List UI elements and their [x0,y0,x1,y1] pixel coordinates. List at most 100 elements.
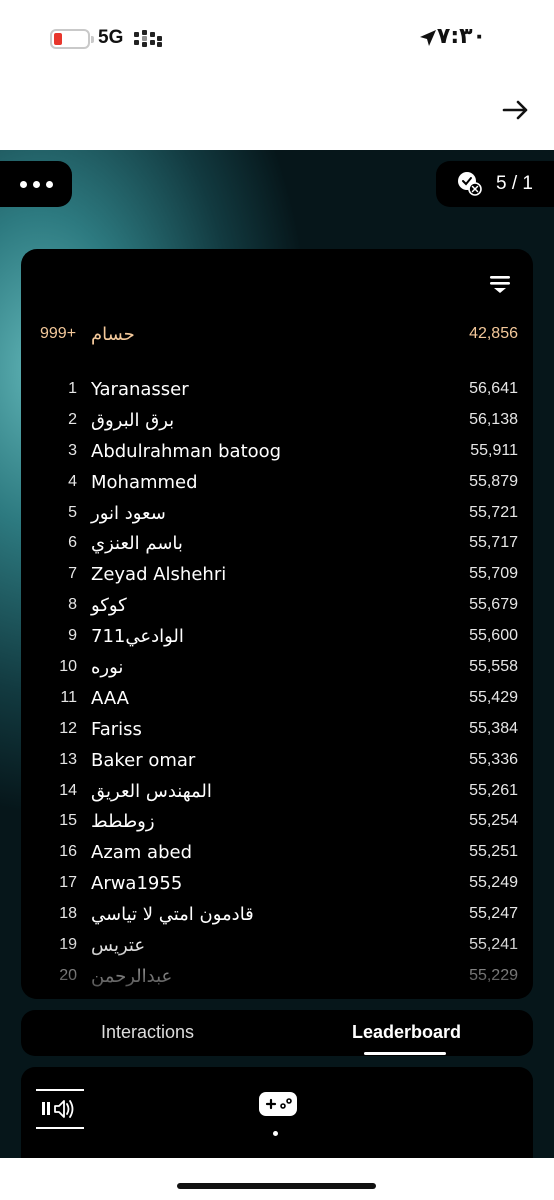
audio-control-button[interactable] [36,1089,84,1129]
leaderboard-rank: 17 [59,874,77,892]
signal-icon [134,30,162,48]
leaderboard-row[interactable]: 12 Fariss 55,384 [21,714,533,745]
leaderboard-row[interactable]: 3 Abdulrahman batoog 55,911 [21,436,533,467]
leaderboard-rank: 19 [59,936,77,954]
leaderboard-name: المهندس العريق [91,780,212,802]
leaderboard-row[interactable]: 5 سعود انور 55,721 [21,498,533,529]
leaderboard-row[interactable]: 11 AAA 55,429 [21,683,533,714]
leaderboard-name: Yaranasser [91,379,189,400]
leaderboard-name: عتريس [91,935,146,957]
leaderboard-row[interactable]: 8 كوكو 55,679 [21,590,533,621]
gamepad-icon[interactable] [258,1091,298,1117]
leaderboard-name: سعود انور [91,502,166,524]
leaderboard-rank: 3 [68,441,77,459]
leaderboard-rank: 1 [68,380,77,397]
filter-icon[interactable] [489,273,511,295]
leaderboard-name: قادمون امتي لا تياسي [91,904,254,926]
leaderboard-name: باسم العنزي [91,533,183,555]
leaderboard-rank: 5 [68,503,77,521]
content-stage: 5 / 1 999+ حسام 42,856 1 Yaranasser 56,641… [0,150,554,1158]
home-indicator[interactable] [177,1183,376,1189]
leaderboard-name: Azam abed [91,842,193,864]
current-user-row: 999+ حسام 42,856 [21,321,533,351]
leaderboard-name: Fariss [91,718,142,740]
leaderboard-rank: 10 [59,658,77,676]
leaderboard-row[interactable]: 17 Arwa1955 55,249 [21,868,533,899]
leaderboard-row[interactable]: 1 Yaranasser 56,641 [21,374,533,405]
leaderboard-row[interactable]: 18 قادمون امتي لا تياسي 55,247 [21,899,533,930]
leaderboard-row[interactable]: 15 زوططط 55,254 [21,806,533,837]
tab-leaderboard[interactable]: Leaderboard [352,1022,461,1043]
leaderboard-name: زوططط [91,811,155,833]
leaderboard-name: Baker omar [91,749,196,771]
leaderboard-score: 55,241 [469,936,518,954]
leaderboard-name: عبدالرحمن [91,965,173,987]
leaderboard-name: Arwa1955 [91,873,183,895]
leaderboard-row[interactable]: 7 Zeyad Alshehri 55,709 [21,559,533,590]
location-arrow-icon [420,30,436,46]
leaderboard-row[interactable]: 19 عتريس 55,241 [21,930,533,961]
leaderboard-rank: 16 [59,843,77,861]
leaderboard-row[interactable]: 13 Baker omar 55,336 [21,745,533,776]
leaderboard-name: Mohammed [91,471,198,493]
status-time: ٧:٣٠ [436,24,486,49]
leaderboard-row[interactable]: 4 Mohammed 55,879 [21,467,533,498]
current-user-name: حسام [91,324,135,345]
leaderboard-rank: 8 [68,596,77,614]
leaderboard-row[interactable]: 10 نوره 55,558 [21,652,533,683]
question-pager[interactable]: 5 / 1 [436,161,554,207]
leaderboard-score: 55,247 [469,905,518,923]
leaderboard-score: 55,429 [469,688,518,706]
current-user-rank: 999+ [40,325,77,342]
leaderboard-score: 55,249 [469,874,518,892]
leaderboard-score: 55,251 [469,843,518,861]
leaderboard-score: 55,709 [469,565,518,583]
leaderboard-name: الوادعي711 [91,626,184,648]
pager-text: 5 / 1 [496,173,533,194]
leaderboard-rank: 11 [60,688,77,706]
leaderboard-rank: 15 [59,812,77,830]
leaderboard-score: 55,336 [469,750,518,768]
leaderboard-rank: 9 [68,627,77,645]
leaderboard-rank: 12 [59,719,77,737]
tab-interactions[interactable]: Interactions [101,1022,194,1043]
leaderboard-rank: 2 [68,410,77,428]
status-bar: 5G ٧:٣٠ [0,0,554,78]
active-tab-indicator [364,1052,446,1055]
leaderboard-score: 55,600 [469,627,518,645]
more-dots-icon [19,180,27,188]
arrow-right-icon[interactable] [500,94,532,126]
nav-bar [0,78,554,150]
leaderboard-rank: 18 [59,905,77,923]
leaderboard-row[interactable]: 16 Azam abed 55,251 [21,837,533,868]
leaderboard-score: 56,138 [469,410,518,428]
leaderboard-rank: 7 [68,565,77,583]
more-button[interactable] [0,161,72,207]
leaderboard-score: 55,911 [470,441,518,459]
leaderboard-list[interactable]: 1 Yaranasser 56,641 2 برق البروق 56,138 3 Abdul… [21,374,533,992]
more-dot [45,180,53,188]
leaderboard-rank: 14 [59,781,77,799]
leaderboard-score: 55,229 [469,966,518,984]
controls-panel [21,1067,533,1158]
leaderboard-score: 55,558 [469,658,518,676]
tab-bar: Interactions Leaderboard [21,1010,533,1056]
leaderboard-row[interactable]: 6 باسم العنزي 55,717 [21,528,533,559]
battery-icon [50,29,94,49]
battery-level [54,33,62,45]
check-x-badge-icon [458,172,482,196]
leaderboard-score: 55,384 [469,719,518,737]
leaderboard-row[interactable]: 14 المهندس العريق 55,261 [21,776,533,807]
leaderboard-row[interactable]: 2 برق البروق 56,138 [21,405,533,436]
leaderboard-name: نوره [91,657,124,679]
leaderboard-score: 55,254 [469,812,518,830]
leaderboard-rank: 20 [59,966,77,984]
leaderboard-name: برق البروق [91,409,175,431]
leaderboard-row[interactable]: 20 عبدالرحمن 55,229 [21,961,533,992]
leaderboard-score: 55,721 [469,503,518,521]
leaderboard-panel: 999+ حسام 42,856 1 Yaranasser 56,641 2 برق ا… [21,249,533,999]
leaderboard-row[interactable]: 9 الوادعي711 55,600 [21,621,533,652]
more-dot [32,180,40,188]
current-user-score: 42,856 [469,325,518,342]
leaderboard-name: AAA [91,687,129,709]
